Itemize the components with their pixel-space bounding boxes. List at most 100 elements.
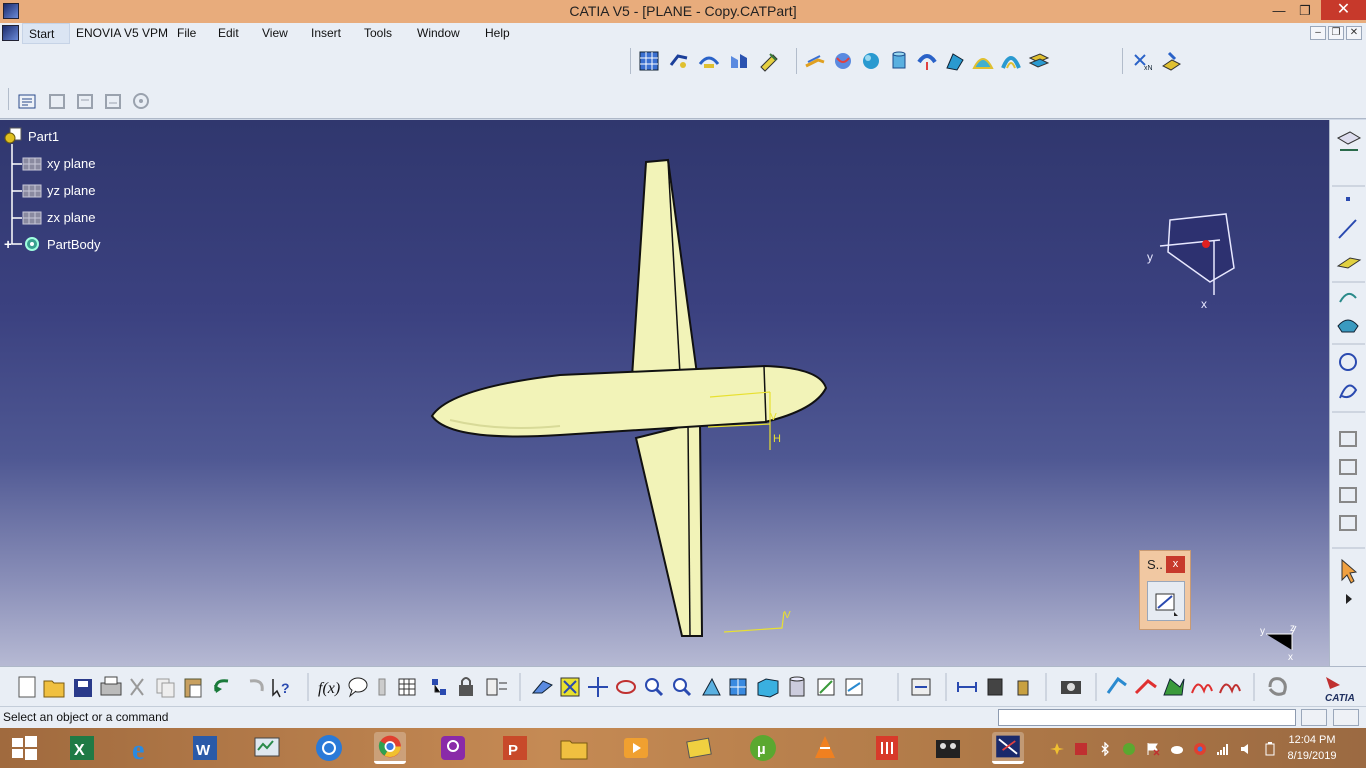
whats-this-icon[interactable]: ? [272,679,290,698]
update-icon[interactable] [1268,677,1287,696]
menu-edit[interactable]: Edit [218,26,239,40]
isolate-icon[interactable] [102,90,124,112]
new-icon[interactable] [18,676,36,698]
inertia2-icon[interactable] [1017,680,1029,696]
restore-button[interactable]: ❐ [1292,0,1318,23]
command-input[interactable] [998,709,1296,726]
feature3-icon[interactable] [1339,487,1357,503]
menu-file[interactable]: File [177,26,196,40]
menu-view[interactable]: View [262,26,288,40]
line-icon[interactable] [1338,219,1357,239]
excel-icon[interactable]: X [66,732,98,764]
curve-icon[interactable] [1339,384,1358,399]
system-clock[interactable]: 12:04 PM 8/19/2019 [1282,732,1342,764]
feature2-icon[interactable] [1339,459,1357,475]
formula-icon[interactable]: f(x) [318,680,340,697]
open-icon[interactable] [43,680,65,698]
pdf-reader-icon[interactable] [871,732,903,764]
sketch-plane-icon[interactable] [1336,131,1362,151]
save-icon[interactable] [74,679,92,697]
copy-icon[interactable] [156,678,175,698]
start-icon[interactable] [2,25,19,41]
analyze-icon[interactable] [911,678,931,696]
distance-icon[interactable] [957,682,977,692]
reorder-icon[interactable] [74,90,96,112]
sketch-button[interactable] [1147,581,1185,621]
wave-icon[interactable] [1191,683,1213,694]
measure-icon[interactable] [378,678,386,696]
tree-label-yz-plane[interactable]: yz plane [47,183,95,198]
powerpoint-icon[interactable]: P [499,732,531,764]
redo-icon[interactable] [249,679,264,692]
picsart-icon[interactable] [437,732,469,764]
fill-icon[interactable] [728,50,750,72]
wave2-icon[interactable] [1219,683,1241,694]
tray-color-icon[interactable] [1050,742,1064,756]
word-icon[interactable]: W [189,732,221,764]
video-player-icon[interactable] [620,732,652,764]
fit-all-icon[interactable] [560,677,580,697]
tray-utorrent-icon[interactable] [1122,742,1136,756]
sketcher-window-close[interactable]: x [1166,556,1185,573]
join-icon[interactable]: xN [1132,50,1154,72]
surface-icon[interactable] [638,50,660,72]
extrude-icon[interactable] [668,50,690,72]
comment-icon[interactable] [348,677,368,698]
offset-icon[interactable] [804,50,826,72]
plane-icon[interactable] [1336,257,1362,269]
repeat-icon[interactable] [46,90,68,112]
multi-section-icon[interactable] [758,50,780,72]
chrome-icon[interactable] [374,732,406,764]
zoom-in-icon[interactable] [645,678,664,697]
table-icon[interactable] [398,678,416,696]
hide-icon[interactable] [817,678,835,696]
rotate-icon[interactable] [616,680,636,694]
status-button-2[interactable] [1333,709,1359,726]
undo-icon[interactable] [214,679,229,693]
menu-insert[interactable]: Insert [311,26,341,40]
tray-flag-icon[interactable] [1146,742,1160,756]
minimize-button[interactable]: — [1266,0,1292,23]
param-icon[interactable] [486,678,507,696]
tray-antivirus-icon[interactable] [1074,742,1088,756]
tree-icon[interactable] [432,679,446,695]
revolve-icon[interactable] [916,50,938,72]
shell-icon[interactable] [1000,50,1022,72]
tray-chrome-icon[interactable] [1193,742,1207,756]
airplane-part[interactable] [430,158,828,637]
menu-window[interactable]: Window [417,26,460,40]
print-icon[interactable] [100,676,122,696]
cylinder-icon[interactable] [888,50,910,72]
windows-start-icon[interactable] [8,732,40,764]
circle-icon[interactable] [1339,353,1357,371]
capture-icon[interactable] [1061,681,1081,694]
feature4-icon[interactable] [1339,515,1357,531]
paste-icon[interactable] [184,678,202,698]
curvature-icon[interactable] [1134,679,1157,695]
utorrent-icon[interactable]: µ [747,732,779,764]
sketcher-toolbar-window[interactable]: S.. x [1139,550,1191,630]
pattern-icon[interactable] [130,90,152,112]
surface-patch-icon[interactable] [1337,319,1359,333]
menu-start[interactable]: Start [22,23,70,44]
network-signal-icon[interactable] [1216,742,1230,756]
boolean-icon[interactable] [1160,50,1182,72]
blend-icon[interactable] [832,50,854,72]
zoom-out-icon[interactable] [673,678,692,697]
sphere-icon[interactable] [860,50,882,72]
iso-view-icon[interactable] [757,678,779,698]
swap-icon[interactable] [845,678,863,696]
layer-icon[interactable] [1028,50,1050,72]
expand-icon[interactable]: + [4,236,12,252]
feature1-icon[interactable] [1339,431,1357,447]
cloud-icon[interactable] [1170,742,1184,756]
file-explorer-icon[interactable] [558,732,590,764]
tree-label-part1[interactable]: Part1 [28,129,59,144]
sweep-icon[interactable] [698,50,720,72]
doc-close-button[interactable]: ✕ [1346,26,1362,40]
render-icon[interactable] [789,676,805,697]
dome-icon[interactable] [972,50,994,72]
compass-widget[interactable] [1159,213,1235,295]
normal-view-icon[interactable] [702,677,721,696]
menu-tools[interactable]: Tools [364,26,392,40]
